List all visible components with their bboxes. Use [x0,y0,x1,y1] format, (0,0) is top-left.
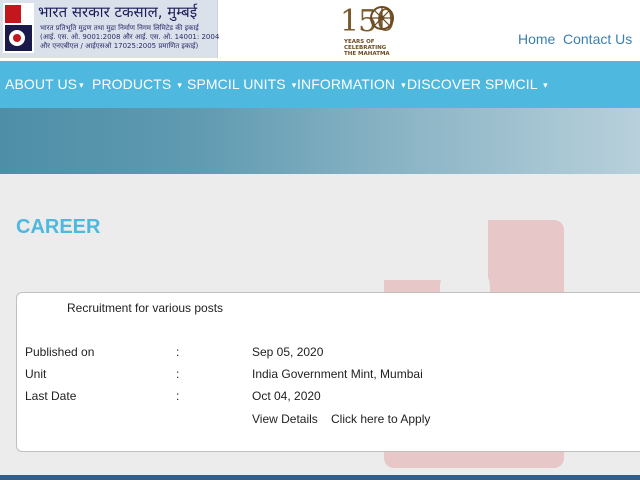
view-details-link[interactable]: View Details [252,412,318,426]
chevron-down-icon: ▾ [291,80,297,90]
nav-item-information[interactable]: INFORMATION ▾ [297,76,406,92]
unit-label: Unit [25,367,47,381]
chevron-down-icon: ▾ [401,80,406,90]
chevron-down-icon: ▾ [79,80,84,90]
nav-item-about-us[interactable]: ABOUT US ▾ [5,76,84,92]
main-nav: ABOUT US ▾ PRODUCTS ▾ SPMCIL UNITS ▾ INFO… [0,61,640,108]
page-title: CAREER [16,216,101,238]
unit-value: India Government Mint, Mumbai [252,367,423,381]
page: भारत सरकार टकसाल, मुम्बई भारत प्रतिभूति … [0,0,640,480]
mint-logo-icon [3,3,34,53]
logo-title: भारत सरकार टकसाल, मुम्बई [38,3,198,21]
last-date-label: Last Date [25,389,77,403]
last-date-value: Oct 04, 2020 [252,389,321,403]
nav-item-label: INFORMATION [297,76,396,92]
published-on-value: Sep 05, 2020 [252,345,324,359]
apply-link[interactable]: Click here to Apply [331,412,430,426]
nav-item-discover-spmcil[interactable]: DISCOVER SPMCIL ▾ [407,76,548,92]
row-separator: : [176,345,180,359]
logo-subtitle-line: (आई. एस. ओ. 9001:2008 और आई. एस. ओ. 1400… [40,33,220,41]
page-banner [0,108,640,174]
emblem-caption: THE MAHATMA [344,51,390,57]
footer-bar [0,475,640,480]
nav-item-products[interactable]: PRODUCTS ▾ [92,76,182,92]
mint-logo[interactable]: भारत सरकार टकसाल, मुम्बई भारत प्रतिभूति … [0,0,220,58]
chevron-down-icon: ▾ [177,80,182,90]
mahatma-150-emblem: 150 YEARS OF CELEBRATING THE MAHATMA [328,2,400,58]
nav-item-spmcil-units[interactable]: SPMCIL UNITS ▾ [187,76,296,92]
nav-item-label: SPMCIL UNITS [187,76,286,92]
charkha-wheel-icon [370,6,394,30]
row-separator: : [176,389,180,403]
site-header: भारत सरकार टकसाल, मुम्बई भारत प्रतिभूति … [0,0,640,61]
contact-us-link[interactable]: Contact Us [563,31,632,47]
home-link[interactable]: Home [518,31,555,47]
nav-item-label: PRODUCTS [92,76,172,92]
card-heading: Recruitment for various posts [67,301,224,315]
career-card: Recruitment for various posts Published … [16,292,640,452]
published-on-label: Published on [25,345,95,359]
row-separator: : [176,367,180,381]
logo-subtitle-line: और एनएबीएल / आईएसओ 17025:2005 प्रमाणित इ… [40,42,199,50]
logo-subtitle-line: भारत प्रतिभूति मुद्रण तथा मुद्रा निर्माण… [40,24,199,32]
chevron-down-icon: ▾ [543,80,548,90]
nav-item-label: DISCOVER SPMCIL [407,76,538,92]
nav-item-label: ABOUT US [5,76,78,92]
